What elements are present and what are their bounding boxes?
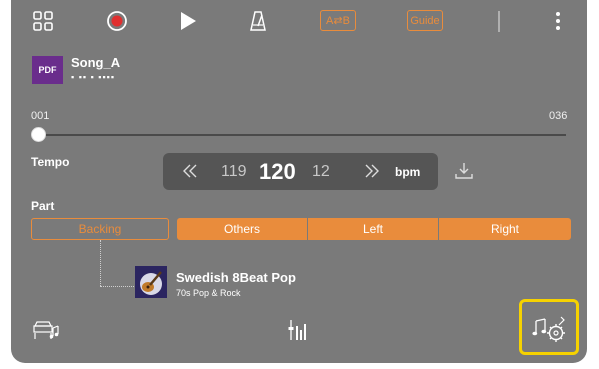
guide-button[interactable]: Guide (407, 10, 443, 31)
fast-forward-icon[interactable] (363, 162, 381, 185)
metronome-icon[interactable] (247, 7, 269, 35)
song-subtitle: ▪ ▪▪ ▪ ▪▪▪▪ (71, 72, 116, 82)
part-tab-backing[interactable]: Backing (31, 218, 169, 240)
play-icon[interactable] (177, 7, 199, 35)
song-title[interactable]: Song_A (71, 55, 120, 70)
part-tab-right[interactable]: Right (439, 218, 571, 240)
tempo-prev-value[interactable]: 119 (221, 163, 247, 181)
mixer-icon[interactable] (288, 318, 310, 347)
download-icon[interactable] (454, 161, 474, 186)
style-category: 70s Pop & Rock (176, 288, 241, 298)
song-position-thumb[interactable] (31, 127, 46, 142)
song-position-slider[interactable] (38, 134, 566, 136)
guitar-icon[interactable] (135, 266, 167, 298)
part-tab-others[interactable]: Others (177, 218, 307, 240)
tempo-control: 119 120 121 bpm (163, 153, 438, 190)
music-settings-icon[interactable] (532, 315, 568, 348)
tempo-next-value[interactable]: 121 (312, 163, 330, 181)
tempo-label: Tempo (31, 155, 70, 169)
toolbar: A⇄B Guide (11, 0, 587, 42)
end-bar-number: 036 (549, 110, 568, 122)
start-bar-number: 001 (31, 110, 50, 122)
ab-repeat-button[interactable]: A⇄B (320, 10, 356, 31)
app-panel: A⇄B Guide PDF Song_A ▪ ▪▪ ▪ ▪▪▪▪ 001 036… (11, 0, 587, 363)
tempo-value[interactable]: 120 (259, 159, 296, 185)
toolbar-divider (498, 11, 500, 32)
part-label: Part (31, 199, 55, 213)
style-connector-h (100, 286, 136, 287)
more-vertical-icon[interactable] (551, 7, 565, 35)
pdf-badge: PDF (32, 56, 63, 84)
style-connector (100, 240, 101, 286)
grid-icon[interactable] (31, 7, 55, 35)
record-icon[interactable] (105, 7, 129, 35)
tempo-unit: bpm (395, 165, 421, 179)
style-name[interactable]: Swedish 8Beat Pop (176, 270, 296, 285)
rewind-icon[interactable] (181, 162, 199, 185)
accompaniment-icon[interactable] (31, 318, 61, 347)
part-tab-left[interactable]: Left (308, 218, 438, 240)
